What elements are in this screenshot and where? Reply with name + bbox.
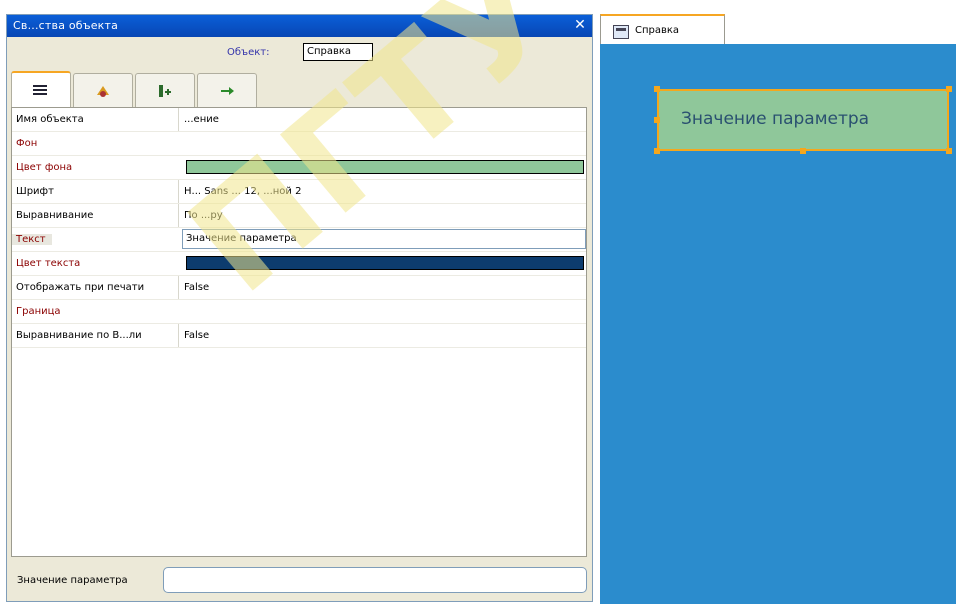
property-grid: Имя объекта ...ение Фон Цвет фона Шрифт …: [11, 107, 587, 557]
property-name: Текст: [12, 234, 52, 245]
form-tab[interactable]: Справка: [600, 14, 725, 44]
properties-titlebar: Св...ства объекта ✕: [7, 15, 592, 37]
property-name: Фон: [16, 138, 38, 149]
object-selector-row: Объект: Справка: [7, 41, 592, 65]
divider: [178, 180, 179, 203]
property-name: Цвет текста: [16, 258, 81, 269]
property-name: Отображать при печати: [16, 282, 145, 293]
divider: [178, 324, 179, 347]
text-value-input[interactable]: Значение параметра: [182, 229, 586, 249]
label-control[interactable]: Значение параметра: [657, 89, 949, 151]
object-prefix-label: Объект:: [227, 47, 270, 58]
property-name: Граница: [16, 306, 61, 317]
property-row[interactable]: Шрифт Н... Sans ... 12, ...ной 2: [12, 180, 586, 204]
resize-handle[interactable]: [654, 148, 660, 154]
resize-handle[interactable]: [654, 86, 660, 92]
properties-title: Св...ства объекта: [13, 19, 119, 32]
property-value: ...ение: [184, 114, 219, 125]
tab-all-properties[interactable]: [11, 71, 71, 107]
value-row: Значение параметра: [7, 561, 592, 601]
property-value: False: [184, 282, 210, 293]
property-row[interactable]: Имя объекта ...ение: [12, 108, 586, 132]
resize-handle[interactable]: [946, 148, 952, 154]
property-row[interactable]: Выравнивание по В...ли False: [12, 324, 586, 348]
resize-handle[interactable]: [800, 148, 806, 154]
resize-handle[interactable]: [654, 117, 660, 123]
divider: [178, 108, 179, 131]
value-field[interactable]: [163, 567, 587, 593]
tab-events[interactable]: [197, 73, 257, 107]
divider: [178, 276, 179, 299]
property-row[interactable]: Цвет текста: [12, 252, 586, 276]
properties-panel: Св...ства объекта ✕ Объект: Справка Имя …: [6, 14, 593, 602]
property-value: False: [184, 330, 210, 341]
property-name: Шрифт: [16, 186, 54, 197]
property-name: Цвет фона: [16, 162, 73, 173]
form-tab-label: Справка: [635, 25, 680, 36]
property-value: По ...ру: [184, 210, 223, 221]
divider: [178, 204, 179, 227]
tab-data[interactable]: [135, 73, 195, 107]
value-label: Значение параметра: [17, 575, 128, 586]
property-row[interactable]: Граница: [12, 300, 586, 324]
property-row[interactable]: Выравнивание По ...ру: [12, 204, 586, 228]
property-name: Имя объекта: [16, 114, 84, 125]
format-icon: [97, 85, 109, 97]
label-control-text: Значение параметра: [681, 109, 870, 129]
events-icon: [221, 86, 234, 95]
form-icon: [613, 25, 629, 39]
close-icon[interactable]: ✕: [572, 17, 588, 33]
object-selector[interactable]: Справка: [303, 43, 373, 61]
data-icon: [159, 84, 171, 97]
property-value: Н... Sans ... 12, ...ной 2: [184, 186, 302, 197]
property-row[interactable]: Цвет фона: [12, 156, 586, 180]
property-name: Выравнивание: [16, 210, 94, 221]
list-icon: [33, 85, 47, 95]
text-color-swatch[interactable]: [186, 256, 584, 270]
property-row[interactable]: Отображать при печати False: [12, 276, 586, 300]
property-row-selected[interactable]: Текст Значение параметра: [12, 228, 586, 252]
property-row[interactable]: Фон: [12, 132, 586, 156]
tab-format[interactable]: [73, 73, 133, 107]
resize-handle[interactable]: [946, 86, 952, 92]
property-name: Выравнивание по В...ли: [16, 330, 142, 341]
fill-color-swatch[interactable]: [186, 160, 584, 174]
